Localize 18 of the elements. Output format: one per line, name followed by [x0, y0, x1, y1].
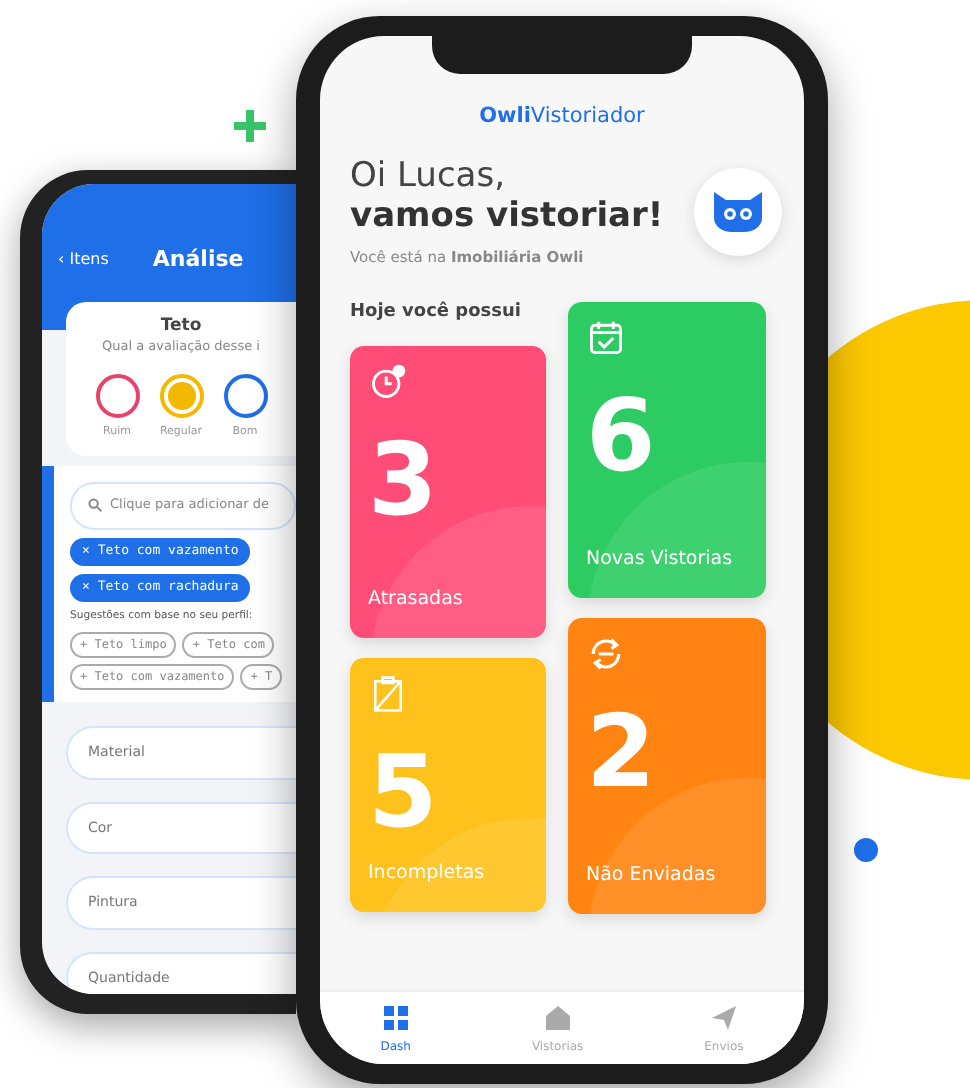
- stat-count: 2: [586, 702, 658, 803]
- stat-card[interactable]: 3 Atrasadas: [350, 346, 546, 639]
- stat-label: Não Enviadas: [586, 862, 718, 891]
- section-title: Hoje você possui: [348, 299, 523, 326]
- headline: vamos vistoriar!: [350, 196, 664, 238]
- screen-title: Análise: [152, 244, 244, 276]
- stat-count: 6: [586, 386, 658, 487]
- stat-count: 5: [368, 742, 440, 843]
- greeting: Oi Lucas,: [350, 157, 507, 197]
- question-title: Teto: [158, 313, 204, 339]
- stat-label: Incompletas: [368, 860, 487, 889]
- app-logo: OwliVistoriador: [477, 102, 647, 132]
- stat-label: Novas Vistorias: [586, 546, 735, 575]
- stat-label: Atrasadas: [368, 586, 465, 615]
- back-link[interactable]: ‹ Itens: [58, 248, 109, 273]
- stat-card[interactable]: 6 Novas Vistorias: [568, 302, 766, 599]
- stat-card[interactable]: 2 Não Enviadas: [568, 618, 766, 915]
- stat-count: 3: [368, 430, 440, 531]
